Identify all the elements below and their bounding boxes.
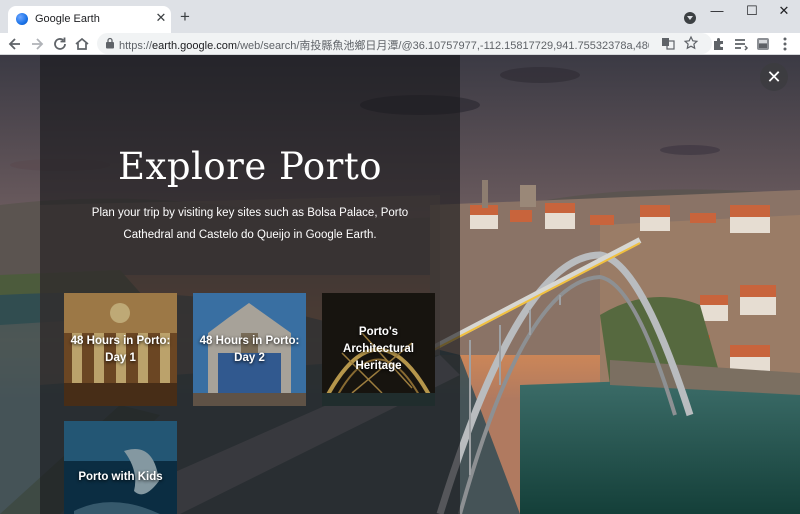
card-title: 48 Hours in Porto: Day 1 <box>70 334 171 364</box>
tab-search-icon[interactable] <box>684 12 696 24</box>
star-icon[interactable] <box>683 35 699 51</box>
reading-list-icon[interactable] <box>731 34 751 54</box>
browser-toolbar: https://earth.google.com/web/search/南投縣魚… <box>0 33 800 55</box>
address-bar[interactable]: https://earth.google.com/web/search/南投縣魚… <box>97 33 712 54</box>
card-title: Porto's Architectural Heritage <box>343 326 414 372</box>
tab-close-icon[interactable]: ✕ <box>154 11 168 25</box>
minimize-button[interactable]: — <box>704 2 730 22</box>
story-card-day-2[interactable]: 48 Hours in Porto: Day 2 <box>193 293 306 406</box>
story-card-architecture[interactable]: Porto's Architectural Heritage <box>322 293 435 406</box>
extensions-icon[interactable] <box>708 34 728 54</box>
menu-icon[interactable] <box>775 34 795 54</box>
panel-description: Plan your trip by visiting key sites suc… <box>91 207 409 241</box>
url-text[interactable]: https://earth.google.com/web/search/南投縣魚… <box>119 37 649 53</box>
window-close-button[interactable]: ✕ <box>771 2 797 22</box>
browser-tab[interactable]: Google Earth ✕ <box>8 6 171 33</box>
back-icon[interactable] <box>5 34 25 54</box>
earth-viewport[interactable]: ✕ Explore Porto Plan your trip by visiti… <box>0 55 800 514</box>
maximize-button[interactable]: ☐ <box>739 2 765 22</box>
close-panel-button[interactable]: ✕ <box>760 63 788 91</box>
lock-icon[interactable] <box>105 37 115 49</box>
url-host: earth.google.com <box>152 40 238 52</box>
url-scheme: https:// <box>119 40 153 52</box>
page-title: Explore Porto <box>117 145 383 188</box>
forward-icon[interactable] <box>27 34 47 54</box>
tab-strip: Google Earth ✕ + — ☐ ✕ <box>0 0 800 33</box>
tab-title: Google Earth <box>35 13 100 25</box>
story-card-kids[interactable]: Porto with Kids <box>64 421 177 514</box>
google-earth-favicon-icon <box>16 13 28 25</box>
story-card-day-1[interactable]: 48 Hours in Porto: Day 1 <box>64 293 177 406</box>
card-title: Porto with Kids <box>78 471 163 483</box>
reload-icon[interactable] <box>50 34 70 54</box>
profile-icon[interactable] <box>753 34 773 54</box>
card-title: 48 Hours in Porto: Day 2 <box>199 334 300 364</box>
url-path: /web/search/南投縣魚池鄉日月潭/@36.10757977,-112.… <box>237 40 649 52</box>
translate-icon[interactable] <box>660 35 676 51</box>
home-icon[interactable] <box>72 34 92 54</box>
new-tab-button[interactable]: + <box>176 8 194 26</box>
